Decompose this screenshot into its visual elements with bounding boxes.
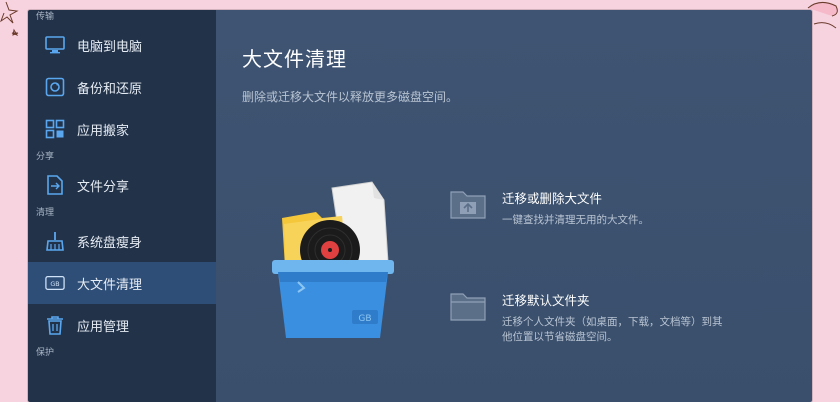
sidebar-item-file-share[interactable]: 文件分享	[28, 164, 216, 206]
sidebar-item-label: 大文件清理	[77, 277, 143, 293]
sidebar-item-app-migrate[interactable]: 应用搬家	[28, 108, 216, 150]
sidebar-item-large-file-cleanup[interactable]: GB 大文件清理	[28, 262, 216, 304]
app-window: 传输 电脑到电脑 备份和还原 应用搬家 分享 文件分享 清理 系统盘瘦身 GB …	[28, 10, 812, 402]
page-title: 大文件清理	[242, 47, 347, 71]
option-desc-line: 迁移个人文件夹（如桌面，下载，文档等）到其	[502, 316, 723, 328]
main-panel: 大文件清理 删除或迁移大文件以释放更多磁盘空间。 GB 迁移或删除大文件 一键查…	[216, 10, 812, 402]
app-migrate-icon	[45, 119, 65, 139]
background-doodle-left	[0, 1, 19, 37]
sidebar: 传输 电脑到电脑 备份和还原 应用搬家 分享 文件分享 清理 系统盘瘦身 GB …	[28, 10, 216, 402]
option-desc: 迁移个人文件夹（如桌面，下载，文档等）到其 他位置以节省磁盘空间。	[502, 315, 742, 345]
sidebar-item-label: 电脑到电脑	[77, 39, 143, 55]
section-label-clean: 清理	[36, 208, 55, 218]
bin-with-files-icon: GB	[272, 181, 394, 338]
sidebar-item-label: 应用搬家	[77, 123, 130, 139]
sidebar-item-label: 系统盘瘦身	[77, 235, 143, 251]
sidebar-item-label: 文件分享	[77, 179, 130, 195]
trash-icon	[45, 315, 65, 335]
section-label-share: 分享	[36, 152, 55, 162]
page-subtitle: 删除或迁移大文件以释放更多磁盘空间。	[242, 90, 459, 104]
sidebar-item-app-management[interactable]: 应用管理	[28, 304, 216, 346]
option-migrate-default-folders[interactable]: 迁移默认文件夹 迁移个人文件夹（如桌面，下载，文档等）到其 他位置以节省磁盘空间…	[450, 288, 742, 345]
sidebar-item-backup-restore[interactable]: 备份和还原	[28, 66, 216, 108]
sidebar-item-label: 应用管理	[77, 319, 130, 335]
gb-icon: GB	[45, 273, 65, 293]
sidebar-item-label: 备份和还原	[77, 81, 143, 97]
option-title: 迁移或删除大文件	[502, 191, 603, 206]
option-migrate-delete-large-files[interactable]: 迁移或删除大文件 一键查找并清理无用的大文件。	[450, 186, 742, 228]
option-desc: 一键查找并清理无用的大文件。	[502, 214, 649, 226]
sidebar-item-system-slim[interactable]: 系统盘瘦身	[28, 220, 216, 262]
bin-gb-label: GB	[358, 314, 371, 324]
backup-restore-icon	[45, 77, 65, 97]
file-share-icon	[45, 175, 65, 195]
sidebar-item-pc-to-pc[interactable]: 电脑到电脑	[28, 24, 216, 66]
folder-icon	[450, 288, 486, 324]
monitor-icon	[45, 35, 65, 55]
broom-icon	[45, 231, 65, 251]
section-label-protect: 保护	[36, 348, 55, 358]
option-desc-line: 他位置以节省磁盘空间。	[502, 331, 618, 343]
svg-text:GB: GB	[50, 281, 59, 288]
option-title: 迁移默认文件夹	[502, 293, 590, 308]
folder-migrate-icon	[450, 186, 486, 222]
section-label-transfer: 传输	[36, 12, 55, 22]
